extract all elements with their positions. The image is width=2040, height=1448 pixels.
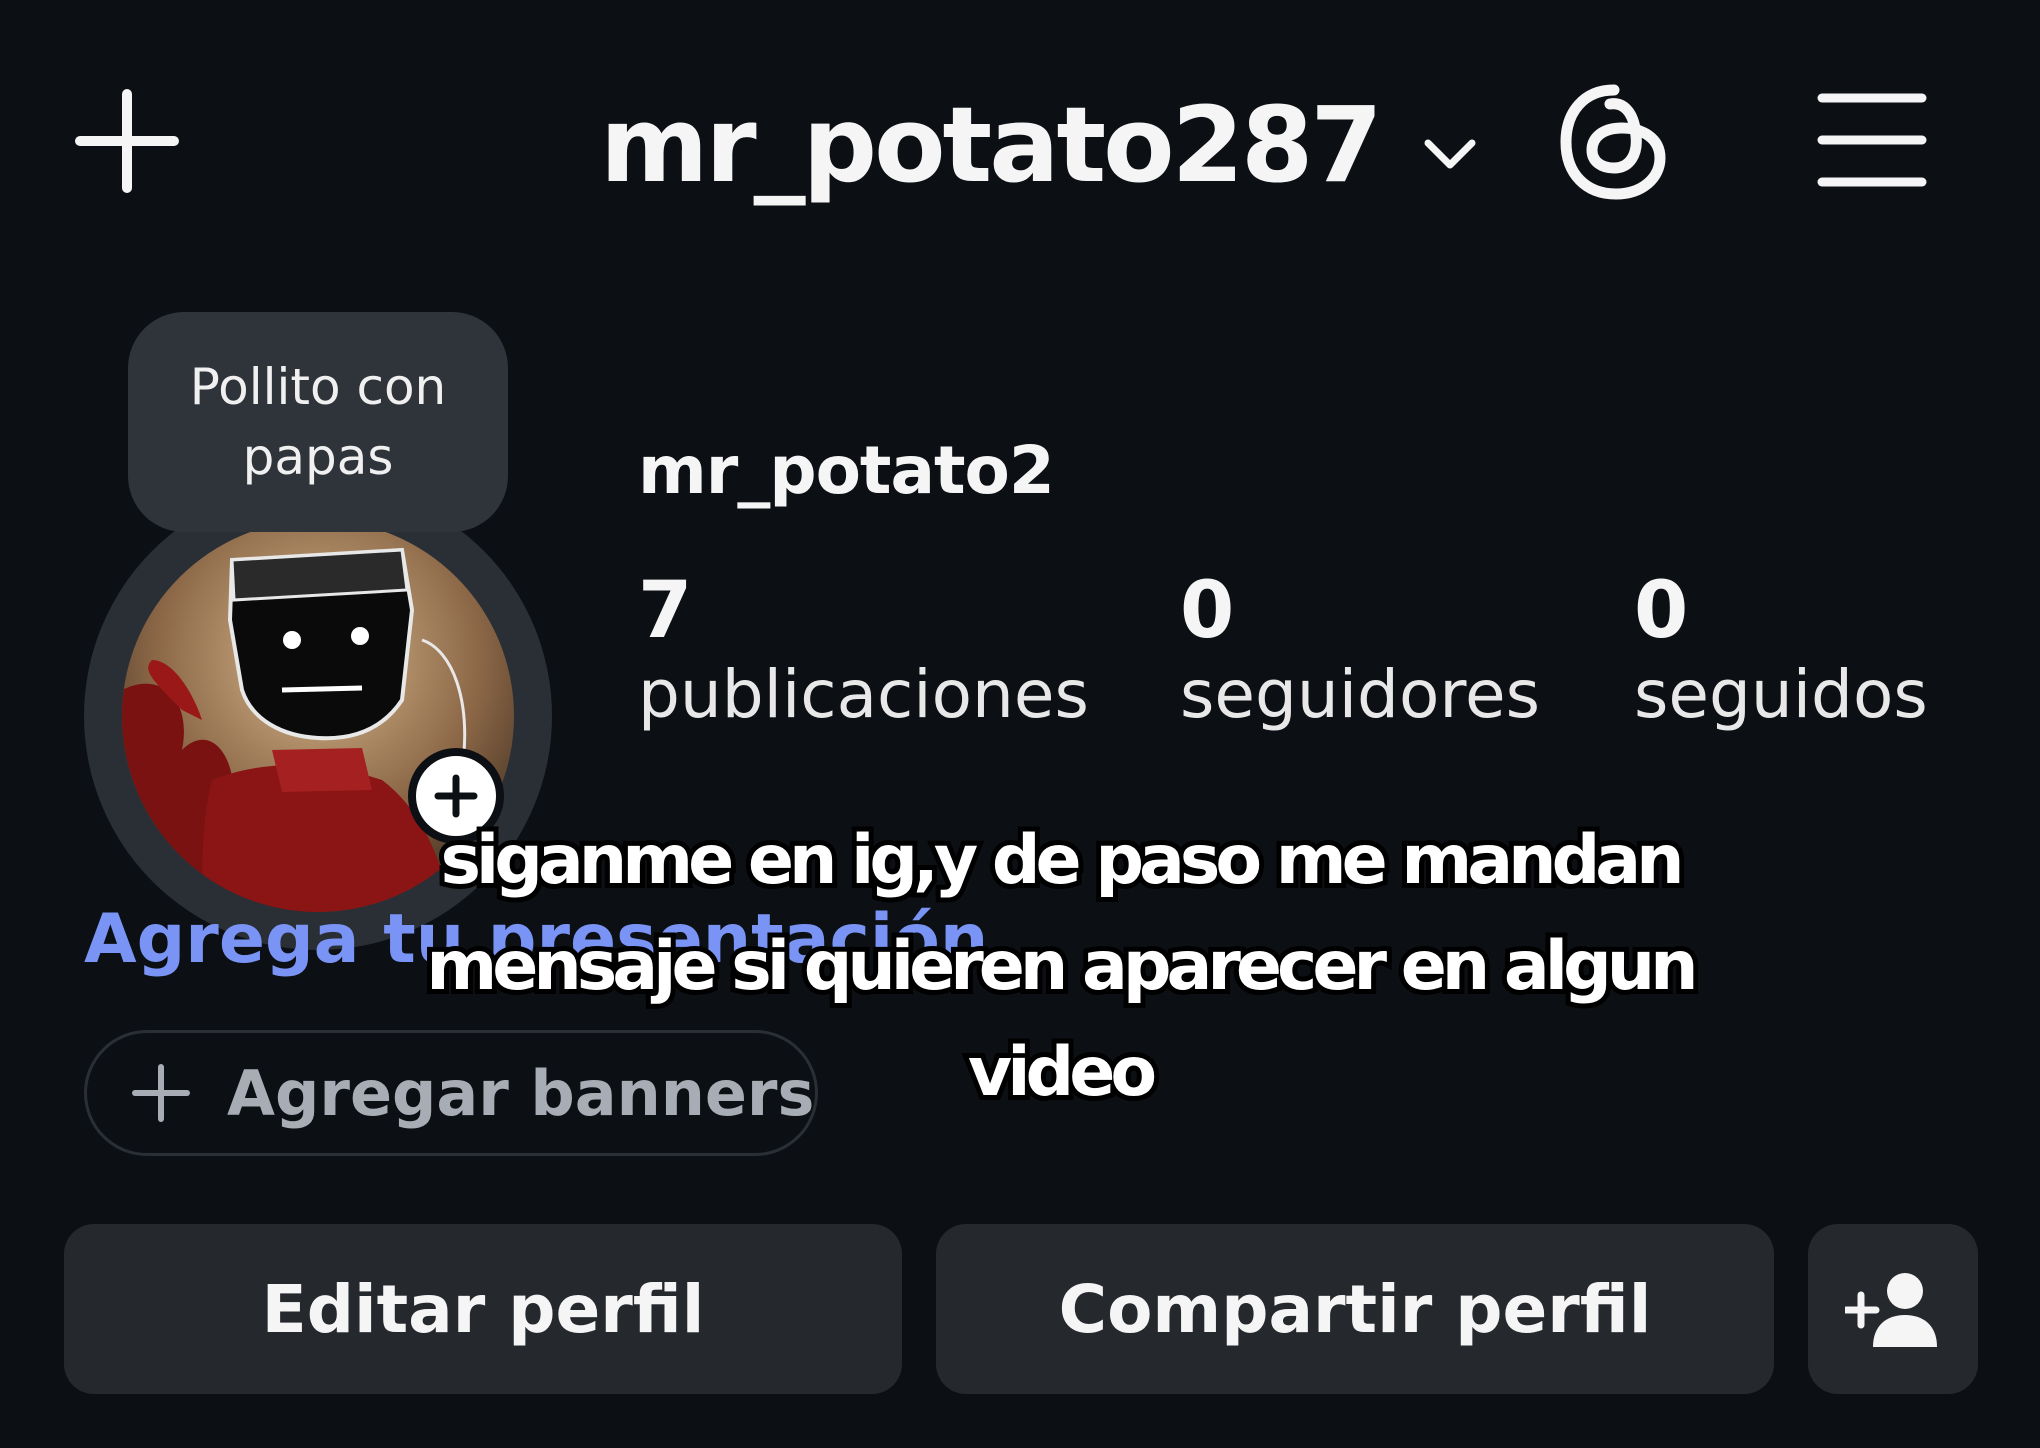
edit-profile-button[interactable]: Editar perfil bbox=[64, 1224, 902, 1394]
share-profile-button[interactable]: Compartir perfil bbox=[936, 1224, 1774, 1394]
stat-followers[interactable]: 0 seguidores bbox=[1180, 566, 1540, 733]
stat-following-value: 0 bbox=[1634, 566, 1689, 656]
stat-posts-value: 7 bbox=[638, 566, 693, 656]
plus-icon bbox=[132, 1064, 190, 1122]
discover-people-button[interactable] bbox=[1808, 1224, 1978, 1394]
stat-followers-label: seguidores bbox=[1180, 656, 1541, 733]
note-text: Pollito con papas bbox=[189, 358, 447, 486]
stat-posts-label: publicaciones bbox=[638, 656, 1089, 733]
hamburger-menu-icon bbox=[1817, 93, 1927, 187]
header-username: mr_potato287 bbox=[600, 84, 1383, 206]
create-button[interactable] bbox=[70, 84, 184, 198]
account-switcher[interactable]: mr_potato287 bbox=[600, 70, 1480, 220]
add-person-icon bbox=[1845, 1273, 1937, 1347]
chevron-down-icon bbox=[1424, 139, 1476, 169]
threads-icon bbox=[1560, 84, 1666, 200]
menu-button[interactable] bbox=[1816, 88, 1928, 192]
stat-followers-value: 0 bbox=[1180, 566, 1235, 656]
stat-posts[interactable]: 7 publicaciones bbox=[638, 566, 1089, 733]
threads-button[interactable] bbox=[1556, 80, 1672, 204]
plus-icon bbox=[75, 89, 179, 193]
video-caption-overlay: siganme en ig,y de paso me mandan mensaj… bbox=[421, 816, 1703, 1117]
display-name: mr_potato2 bbox=[638, 432, 1055, 509]
note-bubble[interactable]: Pollito con papas bbox=[128, 312, 508, 532]
stat-following-label: seguidos bbox=[1634, 656, 1928, 733]
stat-following[interactable]: 0 seguidos bbox=[1634, 566, 1928, 733]
